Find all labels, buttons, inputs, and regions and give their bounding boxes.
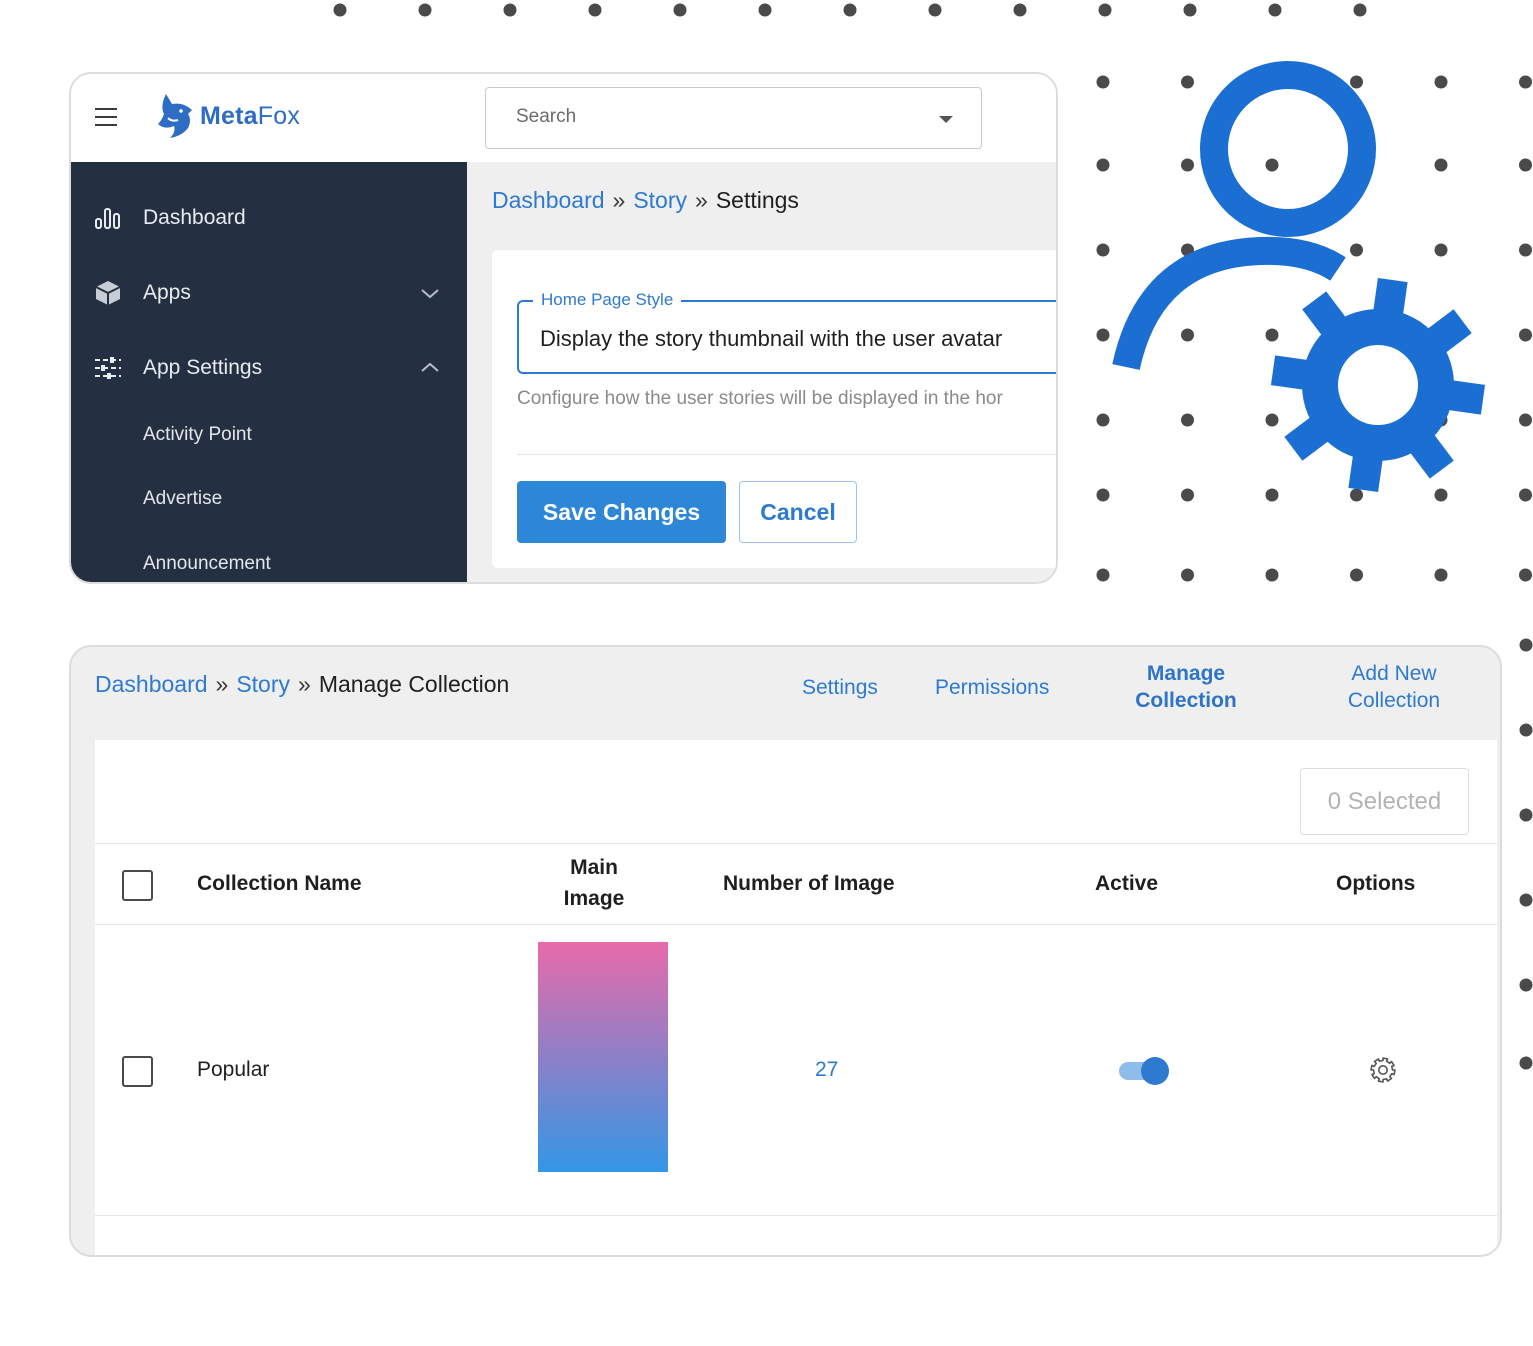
sidebar-item-label: App Settings: [143, 356, 263, 379]
cancel-button[interactable]: Cancel: [739, 481, 857, 543]
breadcrumb-link-dashboard[interactable]: Dashboard: [95, 671, 208, 697]
search-box[interactable]: [485, 87, 982, 149]
save-changes-button[interactable]: Save Changes: [517, 481, 726, 543]
collection-main-image: [538, 942, 668, 1172]
settings-content: Dashboard » Story » Settings Home Page Style…: [467, 162, 1056, 582]
bar-chart-icon: [93, 203, 123, 233]
breadcrumb-separator: »: [612, 187, 626, 213]
breadcrumb-current: Manage Collection: [318, 671, 510, 697]
home-page-style-select[interactable]: Home Page Style Display the story thumbn…: [517, 290, 1056, 374]
collection-table-card: 0 Selected Collection Name Main Image Nu…: [95, 740, 1497, 1255]
sidebar-subitem-announcement[interactable]: Announcement: [143, 553, 271, 575]
top-bar: MetaFox: [71, 74, 1056, 162]
user-settings-icon: [1112, 61, 1486, 493]
tab-add-new-collection[interactable]: Add New Collection: [1339, 660, 1449, 714]
breadcrumb-separator: »: [298, 671, 311, 697]
dropdown-caret-icon[interactable]: [939, 116, 953, 123]
sidebar-item-dashboard[interactable]: Dashboard: [71, 193, 467, 243]
sidebar-item-label: Dashboard: [143, 206, 246, 229]
fox-logo-icon: [158, 94, 192, 138]
sliders-icon: [93, 353, 123, 383]
field-legend: Home Page Style: [533, 290, 682, 310]
column-header-collection-name: Collection Name: [197, 872, 362, 895]
page-header: Dashboard » Story » Manage Collection Settin…: [71, 647, 1500, 741]
column-header-number-of-image: Number of Image: [723, 872, 895, 895]
breadcrumb-separator: »: [695, 187, 708, 213]
breadcrumb-link-story[interactable]: Story: [633, 187, 687, 213]
selected-count-button[interactable]: 0 Selected: [1300, 768, 1469, 835]
column-header-main-image: Main Image: [563, 856, 625, 910]
manage-collection-window: Dashboard » Story » Manage Collection Settin…: [69, 645, 1502, 1257]
settings-window: MetaFox Dashboard Apps App Settings: [69, 72, 1058, 584]
sidebar-subitem-activity-point[interactable]: Activity Point: [143, 424, 252, 446]
image-count-link[interactable]: 27: [815, 1058, 838, 1082]
field-value: Display the story thumbnail with the use…: [540, 326, 1003, 351]
collection-name: Popular: [197, 1058, 270, 1081]
admin-sidebar: Dashboard Apps App Settings Activity Poi…: [71, 162, 467, 582]
select-all-checkbox[interactable]: [122, 870, 153, 901]
divider: [517, 454, 1056, 455]
column-header-active: Active: [1095, 872, 1159, 895]
chevron-down-icon[interactable]: [419, 282, 441, 304]
sidebar-item-label: Apps: [143, 281, 191, 304]
column-header-options: Options: [1336, 872, 1416, 895]
tab-manage-collection[interactable]: Manage Collection: [1128, 660, 1244, 714]
active-toggle[interactable]: [1119, 1056, 1171, 1086]
breadcrumb-current: Settings: [715, 187, 799, 213]
sidebar-subitem-advertise[interactable]: Advertise: [143, 488, 222, 510]
sidebar-item-app-settings[interactable]: App Settings: [71, 343, 467, 393]
breadcrumb-link-story[interactable]: Story: [236, 671, 290, 697]
breadcrumb: Dashboard » Story » Manage Collection: [95, 671, 509, 698]
divider: [95, 843, 1497, 844]
breadcrumb-link-dashboard[interactable]: Dashboard: [492, 187, 605, 213]
metafox-logo[interactable]: MetaFox: [154, 90, 300, 142]
chevron-up-icon[interactable]: [419, 357, 441, 379]
breadcrumb-separator: »: [215, 671, 229, 697]
sidebar-item-apps[interactable]: Apps: [71, 268, 467, 318]
menu-icon[interactable]: [95, 108, 117, 126]
logo-text: MetaFox: [200, 101, 301, 130]
gear-icon[interactable]: [1367, 1054, 1399, 1086]
toggle-knob: [1141, 1057, 1169, 1085]
tab-settings[interactable]: Settings: [802, 674, 878, 701]
field-helper-text: Configure how the user stories will be d…: [517, 388, 1003, 409]
cube-icon: [93, 278, 123, 308]
divider: [95, 924, 1497, 925]
tab-permissions[interactable]: Permissions: [935, 674, 1049, 701]
settings-form-card: Home Page Style Display the story thumbn…: [492, 250, 1056, 568]
row-checkbox[interactable]: [122, 1056, 153, 1087]
divider: [95, 1215, 1497, 1216]
search-input[interactable]: [486, 88, 906, 146]
breadcrumb: Dashboard » Story » Settings: [492, 187, 799, 214]
